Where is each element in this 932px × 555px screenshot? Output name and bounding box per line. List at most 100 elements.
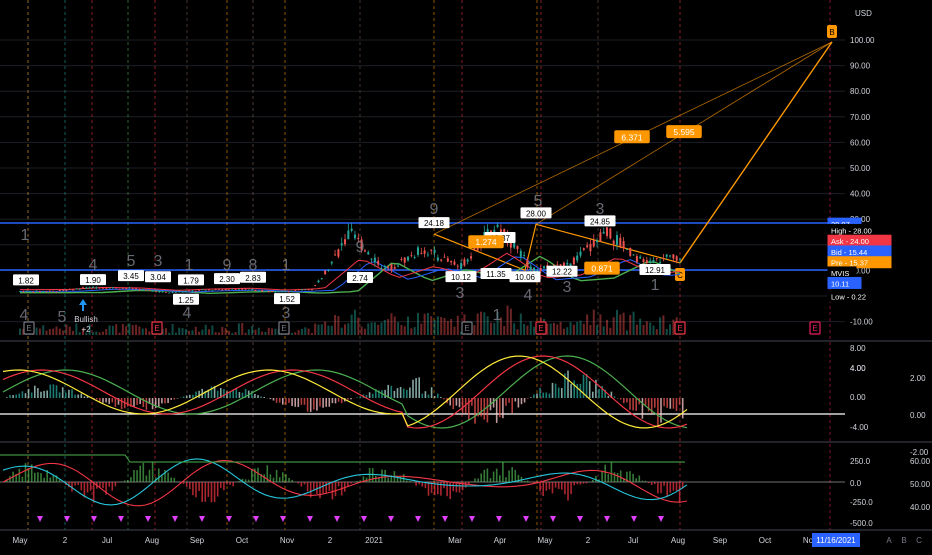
candle-body: [440, 260, 442, 261]
macd-pane[interactable]: 8.004.004.000.00-4.002.000.00-2.00: [0, 344, 929, 457]
candle-body: [75, 289, 77, 290]
volume-bar: [619, 315, 621, 335]
candle-body: [450, 261, 452, 262]
osc-bar: [232, 482, 234, 486]
signal-triangle: [37, 516, 43, 522]
candle-body: [613, 241, 615, 245]
volume-bar: [583, 324, 585, 335]
osc-bar: [356, 481, 358, 482]
volume-bar: [248, 329, 250, 335]
oscillator-pane[interactable]: 250.00.0-250.0-500.060.0050.0040.00: [0, 455, 931, 528]
candle-body: [523, 255, 525, 256]
macd-histogram-bar: [400, 387, 402, 398]
osc-bar: [527, 481, 529, 482]
bottom-buttons[interactable]: AB C: [886, 536, 922, 545]
volume-bar: [652, 326, 654, 335]
macd-histogram-bar: [384, 390, 386, 398]
osc-bar: [629, 471, 631, 482]
stock-chart[interactable]: BC 154531498139935143314 1.821.903.453.0…: [0, 0, 932, 550]
earnings-marker[interactable]: E: [152, 322, 162, 334]
wave-label: B: [829, 28, 834, 37]
candle-body: [321, 278, 323, 279]
bullish-signal[interactable]: Bullish +2: [74, 299, 98, 334]
osc-bar: [177, 481, 179, 482]
volume-bar: [530, 321, 532, 335]
osc-bar: [508, 471, 510, 482]
osc-bar: [313, 482, 315, 490]
candle-body: [573, 258, 575, 265]
osc-bar: [149, 470, 151, 482]
osc-bar: [484, 470, 486, 482]
earnings-marker[interactable]: E: [462, 322, 472, 334]
volume-bar: [235, 332, 237, 335]
macd-histogram-bar: [68, 390, 70, 398]
osc-bar: [22, 477, 24, 482]
signal-triangle: [658, 516, 664, 522]
candle-body: [32, 292, 34, 293]
osc-bar: [453, 482, 455, 491]
price-pane[interactable]: BC 154531498139935143314 1.821.903.453.0…: [0, 25, 845, 335]
pivot-label: 1.79: [183, 276, 199, 285]
macd-histogram-bar: [291, 398, 293, 406]
candle-body: [288, 291, 290, 292]
volume-bar: [294, 332, 296, 335]
macd-histogram-bar: [508, 398, 510, 403]
volume-bar: [397, 322, 399, 335]
volume-bar: [198, 332, 200, 335]
earnings-marker[interactable]: E: [279, 322, 289, 334]
volume-bar: [414, 327, 416, 335]
volume-bar: [324, 321, 326, 335]
earnings-marker[interactable]: E: [810, 322, 820, 334]
macd-histogram-bar: [99, 398, 101, 401]
candle-body: [503, 229, 505, 232]
macd-histogram-bar: [46, 390, 48, 398]
volume-bar: [440, 317, 442, 335]
candle-body: [586, 245, 588, 247]
candle-body: [629, 248, 631, 256]
macd-histogram-bar: [629, 398, 631, 410]
candle-body: [377, 261, 379, 265]
macd-histogram-bar: [183, 397, 185, 398]
signal-triangle: [496, 516, 502, 522]
candle-body: [135, 288, 137, 289]
volume-bar: [65, 324, 67, 335]
volume-bar: [215, 332, 217, 335]
projection-line: [680, 42, 832, 263]
signal-triangle: [253, 516, 259, 522]
osc-band: [0, 455, 685, 462]
scale-button-c[interactable]: C: [916, 536, 922, 545]
volume-bar: [225, 328, 227, 335]
volume-bar: [168, 333, 170, 335]
candle-body: [543, 266, 545, 268]
signal-triangle: [118, 516, 124, 522]
earnings-marker[interactable]: E: [536, 322, 546, 334]
macd-histogram-bar: [527, 398, 529, 399]
fib-ratio-labels: 1.2740.8716.3715.595: [468, 125, 702, 274]
signal-triangle: [469, 516, 475, 522]
macd-histogram-bar: [614, 396, 616, 398]
time-tick: Jul: [628, 536, 638, 545]
macd-histogram-bar: [670, 398, 672, 409]
scale-button-a[interactable]: A: [886, 536, 892, 545]
osc-bar: [471, 481, 473, 482]
macd-histogram-bar: [666, 398, 668, 408]
osc-bar: [285, 474, 287, 482]
macd-histogram-bar: [332, 398, 334, 403]
earnings-marker[interactable]: E: [675, 322, 685, 334]
pivot-label: 1.52: [279, 295, 295, 304]
earnings-marker[interactable]: E: [24, 322, 34, 334]
osc-bar: [549, 482, 551, 489]
candle-body: [324, 270, 326, 274]
scale-button-b[interactable]: B: [901, 536, 906, 545]
volume-bar: [132, 325, 134, 335]
price-tick: 50.00: [850, 164, 871, 173]
osc-bar: [639, 476, 641, 482]
osc-bar: [558, 482, 560, 489]
macd-histogram-bar: [186, 396, 188, 398]
volume-bar: [659, 317, 661, 335]
macd-histogram-bar: [642, 398, 644, 419]
volume-bar: [195, 327, 197, 335]
time-axis[interactable]: May2JulAugSepOctNov22021MarAprMay2JulAug…: [12, 533, 860, 547]
osc-bar: [81, 482, 83, 490]
macd-histogram-bar: [192, 395, 194, 398]
